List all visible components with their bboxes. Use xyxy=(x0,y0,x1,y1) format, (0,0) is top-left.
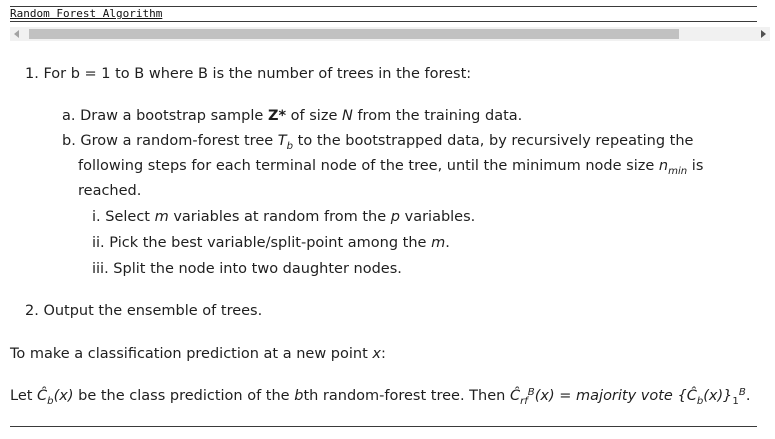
step-1b-line-3: reached. xyxy=(78,183,142,199)
step-1a: a. Draw a bootstrap sample Z* of size N … xyxy=(62,106,522,126)
text: to the bootstrapped data, by recursively… xyxy=(293,133,694,149)
horizontal-scrollbar[interactable] xyxy=(10,27,770,41)
step-1b-line-2: following steps for each terminal node o… xyxy=(78,156,703,176)
text: To make a classification prediction at a… xyxy=(10,346,373,362)
text: from the training data. xyxy=(352,108,523,124)
math-c-hat-rf: Ĉ xyxy=(509,388,521,404)
math-n-min: n xyxy=(658,158,669,174)
text: . xyxy=(745,388,751,404)
math-m: m xyxy=(154,209,169,225)
text: th random-forest tree. Then xyxy=(303,388,510,404)
title-bar: Random Forest Algorithm xyxy=(10,6,757,22)
prediction-intro: To make a classification prediction at a… xyxy=(10,344,386,364)
math-sub-rf: rf xyxy=(520,395,528,407)
math-sub: b xyxy=(696,395,704,407)
text: variables at random from the xyxy=(168,209,391,225)
bootstrap-symbol: Z* xyxy=(267,108,287,124)
text: of size xyxy=(286,108,342,124)
text: Let xyxy=(10,388,38,404)
text: be the class prediction of the xyxy=(73,388,295,404)
text: i. Select xyxy=(92,209,155,225)
math-majority-vote: = majority vote { xyxy=(554,388,687,404)
math-p: p xyxy=(390,209,400,225)
math-arg: (x) xyxy=(53,388,74,404)
math-sub: b xyxy=(47,395,54,407)
math-sub-b: b xyxy=(286,140,294,152)
scroll-left-arrow-icon[interactable] xyxy=(10,27,24,41)
math-n: N xyxy=(341,108,353,124)
text: . xyxy=(445,235,450,251)
step-1b-i: i. Select m variables at random from the… xyxy=(92,207,475,227)
math-c-hat: Ĉ xyxy=(686,388,697,404)
step-1: 1. For b = 1 to B where B is the number … xyxy=(25,66,472,82)
page-title: Random Forest Algorithm xyxy=(10,7,163,20)
step-2: 2. Output the ensemble of trees. xyxy=(25,303,263,319)
math-c-hat: Ĉ xyxy=(37,388,48,404)
scrollbar-thumb[interactable] xyxy=(29,29,679,39)
math-arg: (x) xyxy=(703,388,724,404)
text: a. Draw a bootstrap sample xyxy=(62,108,268,124)
math-m: m xyxy=(431,235,446,251)
bottom-divider xyxy=(10,426,757,427)
text: following steps for each terminal node o… xyxy=(78,158,659,174)
prediction-formula: Let Ĉb(x) be the class prediction of the… xyxy=(10,386,750,406)
step-1b-iii: iii. Split the node into two daughter no… xyxy=(92,261,402,277)
scroll-right-arrow-icon[interactable] xyxy=(756,27,770,41)
text: variables. xyxy=(400,209,476,225)
math-sup-b: B xyxy=(527,386,535,398)
text: is xyxy=(687,158,704,174)
math-x: x xyxy=(372,346,381,362)
math-arg: (x) xyxy=(534,388,555,404)
text: ii. Pick the best variable/split-point a… xyxy=(92,235,432,251)
math-sub-min: min xyxy=(668,165,688,177)
text: b. Grow a random-forest tree xyxy=(62,133,278,149)
step-1b-line-1: b. Grow a random-forest tree Tb to the b… xyxy=(62,131,693,151)
math-sup-b: B xyxy=(738,386,746,398)
text: : xyxy=(380,346,386,362)
math-t: T xyxy=(277,133,287,149)
step-1b-ii: ii. Pick the best variable/split-point a… xyxy=(92,233,450,253)
